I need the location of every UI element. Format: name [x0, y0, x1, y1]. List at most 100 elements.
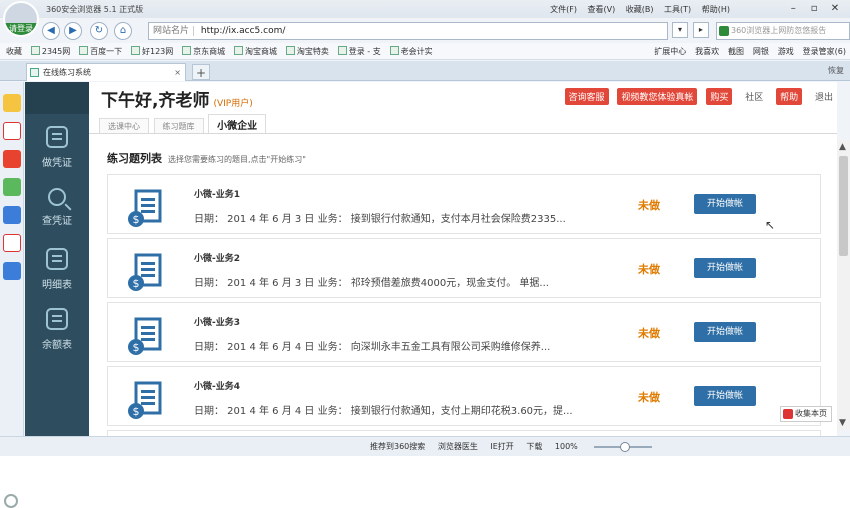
item-description: 日期： 201 4 年 6 月 4 日 业务： 向深圳永丰五金工具有限公司采购维… [194, 342, 551, 353]
zoom-slider[interactable] [594, 441, 653, 452]
list-icon [46, 248, 68, 270]
menu-favorites[interactable]: 收藏(B) [626, 5, 654, 14]
invoice-icon: $ [128, 317, 162, 355]
settings-icon[interactable] [4, 494, 18, 508]
mail-icon[interactable] [3, 234, 21, 252]
screenshot-button[interactable]: 截图 [728, 43, 744, 59]
tab-course-center[interactable]: 选课中心 [99, 118, 149, 134]
maximize-icon[interactable]: ▫ [805, 2, 823, 16]
scrollbar[interactable]: ▲ ▼ [837, 140, 850, 430]
minimize-icon[interactable]: – [784, 2, 802, 16]
star-icon[interactable] [3, 94, 21, 112]
search-input[interactable]: 360浏览器上网防忽悠报告 [716, 22, 850, 40]
exercise-list: $ 小微-业务1 日期： 201 4 年 6 月 3 日 业务： 接到银行付款通… [107, 174, 821, 456]
page-title: 下午好,齐老师 (VIP用户) [101, 86, 253, 111]
mouse-cursor-icon: ↖ [765, 218, 776, 232]
tab-close-icon[interactable]: × [174, 64, 181, 81]
site-card-label[interactable]: 网站名片 [153, 26, 195, 36]
phone-icon[interactable] [3, 206, 21, 224]
dropdown-icon[interactable]: ▾ [672, 22, 688, 38]
document-icon [46, 126, 68, 148]
collect-page-button[interactable]: 收集本页 [780, 406, 832, 422]
sidebar-item-balance-table[interactable]: 余额表 [25, 308, 89, 378]
refresh-icon[interactable]: ↻ [90, 22, 108, 40]
scroll-thumb[interactable] [839, 156, 848, 256]
scroll-down-icon[interactable]: ▼ [839, 418, 846, 428]
sidebar-item-label: 余额表 [42, 340, 72, 351]
browser-doctor-link[interactable]: 浏览器医生 [438, 442, 478, 451]
go-icon[interactable]: ▸ [692, 22, 709, 38]
url-input[interactable]: 网站名片 http://ix.acc5.com/ [148, 22, 668, 40]
item-description: 日期： 201 4 年 6 月 3 日 业务： 祁玲预借差旅费4000元，现金支… [194, 278, 549, 289]
video-tutorial-button[interactable]: 视频教您体验真帐 [617, 88, 698, 105]
fav-jd[interactable]: 京东商城 [182, 43, 225, 59]
heart-icon [783, 409, 793, 419]
menu-file[interactable]: 文件(F) [550, 5, 577, 14]
games-button[interactable]: 游戏 [778, 43, 794, 59]
menu-help[interactable]: 帮助(H) [702, 5, 730, 14]
start-bookkeeping-button[interactable]: 开始做帐 [694, 322, 756, 342]
favorites-bar: 收藏 2345网 百度一下 好123网 京东商城 淘宝商城 淘宝特卖 登录 - … [0, 43, 850, 60]
extension-center[interactable]: 扩展中心 [654, 43, 686, 59]
sidebar-item-make-voucher[interactable]: 做凭证 [25, 126, 89, 196]
folder-icon [389, 46, 399, 55]
calendar-icon[interactable] [3, 122, 21, 140]
sidebar-top [25, 82, 89, 114]
home-icon[interactable]: ⌂ [114, 22, 132, 40]
status-badge: 未做 [638, 327, 660, 340]
fav-accountant[interactable]: 老会计实 [389, 43, 433, 59]
buy-button[interactable]: 购买 [706, 88, 733, 105]
browser-sidebar [0, 82, 24, 508]
menu-tools[interactable]: 工具(T) [664, 5, 691, 14]
svg-text:$: $ [133, 341, 140, 354]
note-icon[interactable] [3, 178, 21, 196]
fav-hao123[interactable]: 好123网 [130, 43, 173, 59]
fav-login[interactable]: 登录 - 支 [337, 43, 381, 59]
ebank-button[interactable]: 网银 [753, 43, 769, 59]
zoom-level[interactable]: 100% [555, 442, 578, 451]
help-button[interactable]: 帮助 [776, 88, 803, 105]
forward-icon[interactable]: ▶ [64, 22, 82, 40]
back-icon[interactable]: ◀ [42, 22, 60, 40]
tab-practice-system[interactable]: 在线练习系统 × [26, 63, 186, 81]
link-icon[interactable] [3, 262, 21, 280]
tab-small-business[interactable]: 小微企业 [208, 114, 267, 134]
login-manager-button[interactable]: 登录管家(6) [803, 43, 846, 59]
scroll-up-icon[interactable]: ▲ [839, 142, 846, 152]
start-bookkeeping-button[interactable]: 开始做帐 [694, 194, 756, 214]
customer-service-button[interactable]: 咨询客服 [564, 88, 609, 105]
avatar[interactable]: 请登录 [3, 1, 39, 37]
page-icon [337, 46, 347, 55]
community-link[interactable]: 社区 [741, 88, 767, 105]
list-hint: 选择您需要练习的题目,点击"开始练习" [168, 155, 306, 164]
page-icon [182, 46, 192, 55]
logout-link[interactable]: 退出 [811, 88, 837, 105]
favorites-menu[interactable]: 收藏 [6, 43, 22, 59]
new-tab-button[interactable]: + [192, 64, 210, 80]
svg-text:$: $ [133, 405, 140, 418]
search-engine-icon[interactable] [719, 26, 729, 36]
magnifier-icon [48, 188, 66, 206]
open-in-ie-link[interactable]: IE打开 [490, 442, 513, 451]
fav-2345[interactable]: 2345网 [30, 43, 70, 59]
fav-tmall[interactable]: 淘宝商城 [234, 43, 277, 59]
list-item: $ 小微-业务1 日期： 201 4 年 6 月 3 日 业务： 接到银行付款通… [107, 174, 821, 234]
recommend-search-link[interactable]: 推荐到360搜索 [370, 442, 425, 451]
fav-baidu[interactable]: 百度一下 [79, 43, 122, 59]
fav-taobao[interactable]: 淘宝特卖 [285, 43, 329, 59]
vip-badge: (VIP用户) [213, 99, 253, 109]
menu-view[interactable]: 查看(V) [588, 5, 616, 14]
close-icon[interactable]: ✕ [826, 2, 844, 16]
weibo-icon[interactable] [3, 150, 21, 168]
start-bookkeeping-button[interactable]: 开始做帐 [694, 258, 756, 278]
start-bookkeeping-button[interactable]: 开始做帐 [694, 386, 756, 406]
restore-button[interactable]: 恢复 [828, 65, 844, 76]
title-bar: 360安全浏览器 5.1 正式版 文件(F) 查看(V) 收藏(B) 工具(T)… [0, 0, 850, 18]
browser-title: 360安全浏览器 5.1 正式版 [46, 5, 144, 14]
app-sidebar: 做凭证 查凭证 明细表 余额表 [25, 82, 89, 456]
item-description: 日期： 201 4 年 6 月 3 日 业务： 接到银行付款通知，支付本月社会保… [194, 214, 566, 225]
login-label[interactable]: 请登录 [5, 23, 37, 35]
like-button[interactable]: 我喜欢 [695, 43, 719, 59]
downloads-link[interactable]: 下载 [526, 442, 542, 451]
tab-question-bank[interactable]: 练习题库 [153, 118, 204, 134]
